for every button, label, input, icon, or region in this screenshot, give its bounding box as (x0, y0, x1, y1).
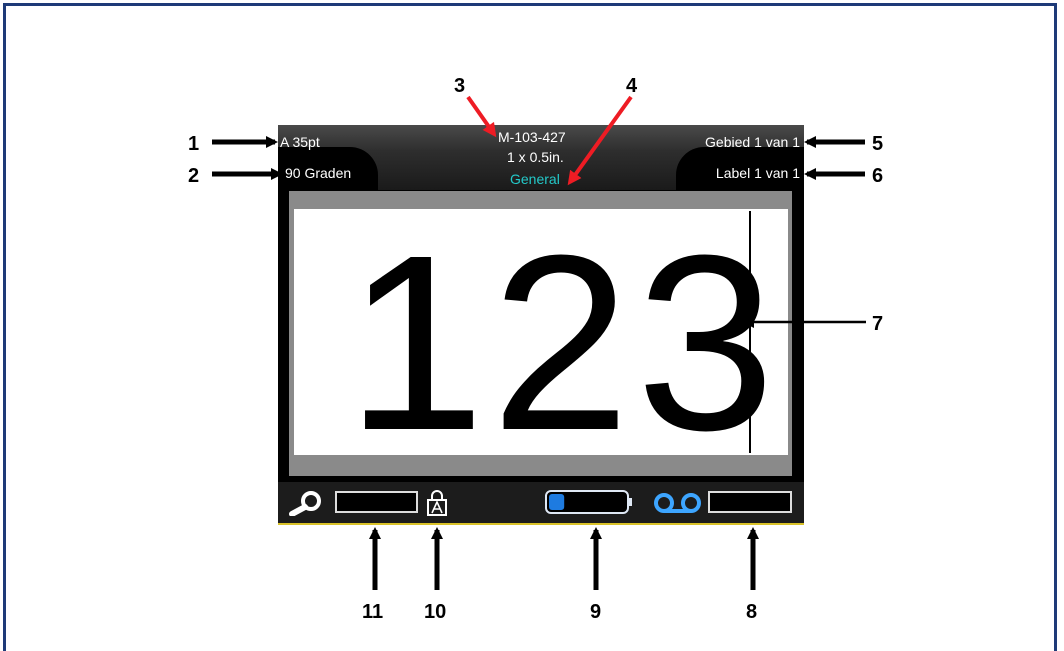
callout-number-7: 7 (872, 313, 883, 335)
callout-arrow-4 (567, 95, 633, 186)
callout-number-9: 9 (590, 601, 601, 623)
callout-number-3: 3 (454, 75, 465, 97)
callout-number-6: 6 (872, 165, 883, 187)
callout-number-8: 8 (746, 601, 757, 623)
callout-number-11: 11 (362, 601, 383, 623)
callout-number-10: 10 (424, 601, 446, 623)
callout-number-1: 1 (188, 133, 199, 155)
callout-number-2: 2 (188, 165, 199, 187)
callout-layer: 1 2 3 4 5 6 7 8 9 10 11 (188, 75, 883, 623)
callout-number-5: 5 (872, 133, 883, 155)
callout-arrow-3 (466, 95, 497, 138)
callout-number-4: 4 (626, 75, 638, 97)
